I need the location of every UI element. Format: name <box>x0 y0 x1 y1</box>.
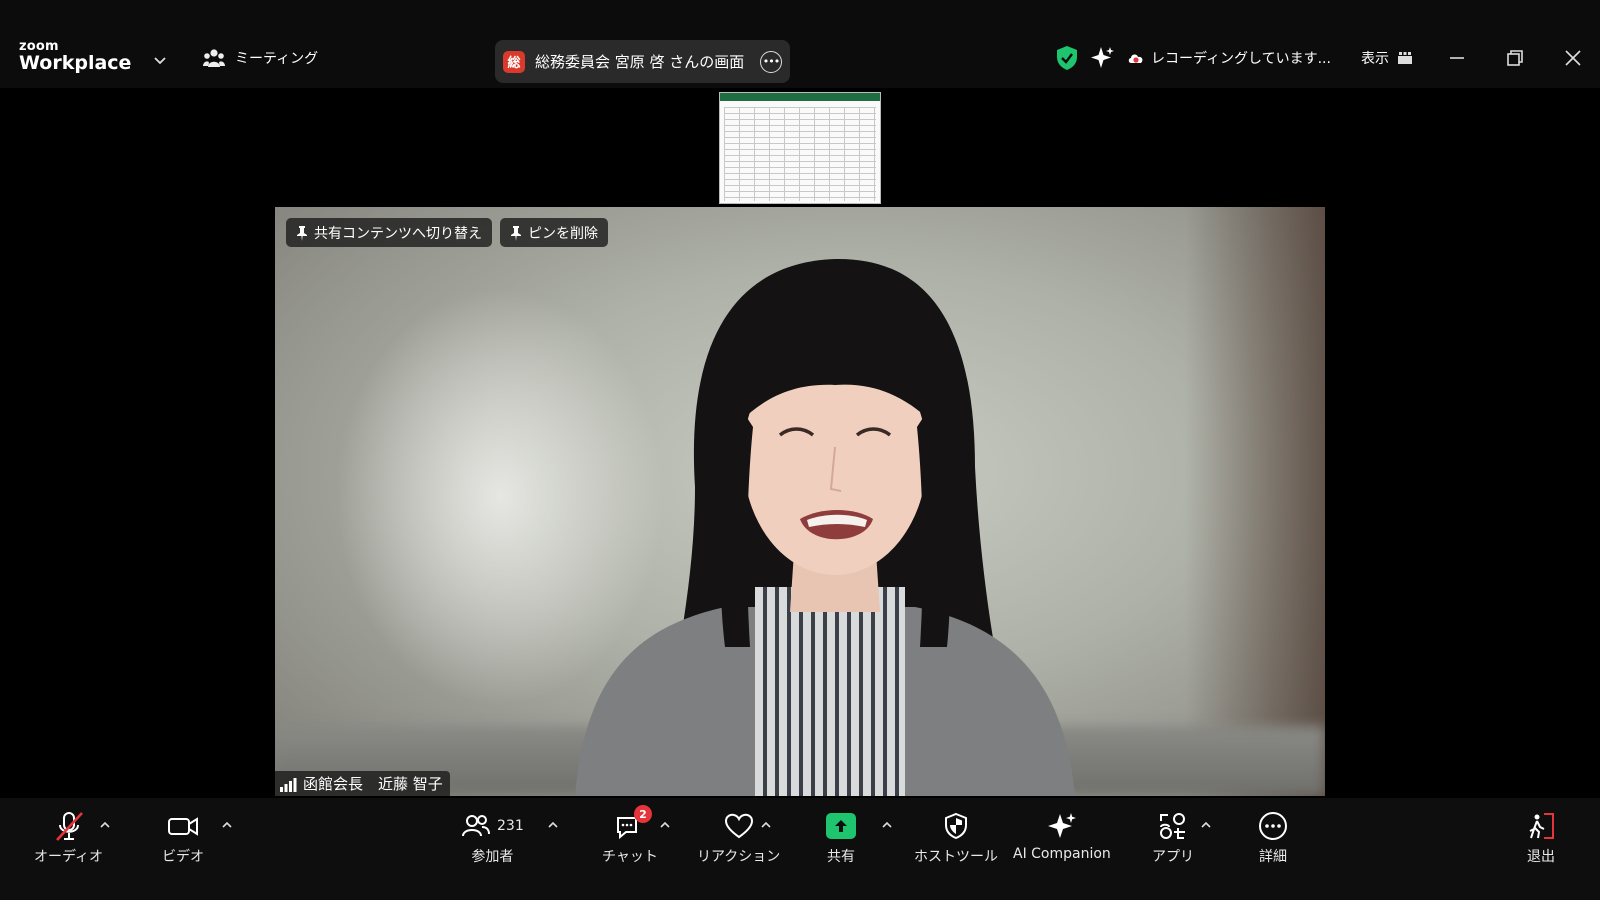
meeting-people-icon <box>203 49 225 67</box>
ai-companion-button[interactable]: AI Companion <box>1013 809 1111 862</box>
video-caret-icon[interactable] <box>220 818 234 832</box>
host-shield-icon <box>945 812 967 840</box>
switch-to-shared-content-button[interactable]: 共有コンテンツへ切り替え <box>286 218 492 247</box>
chat-button[interactable]: 2 チャット <box>602 805 658 866</box>
pinned-video-tile[interactable]: 共有コンテンツへ切り替え ピンを削除 函館会長 近藤 智子 <box>275 207 1325 796</box>
top-bar: zoom Workplace ミーティング 総 総務委員会 宮原 啓 さんの画面… <box>0 0 1600 88</box>
ai-sparkle-icon[interactable] <box>1089 45 1115 71</box>
more-label: 詳細 <box>1259 849 1287 865</box>
participants-button[interactable]: 231 参加者 <box>461 809 524 866</box>
view-grid-icon[interactable] <box>1397 51 1413 65</box>
minimize-icon[interactable] <box>1445 46 1469 70</box>
audio-label: オーディオ <box>34 849 104 865</box>
audio-caret-icon[interactable] <box>98 818 112 832</box>
shared-screen-thumbnail[interactable] <box>719 92 881 204</box>
close-icon[interactable] <box>1561 46 1585 70</box>
video-label: ビデオ <box>162 849 204 865</box>
view-menu-label[interactable]: 表示 <box>1361 48 1389 68</box>
audio-button[interactable]: オーディオ <box>34 809 103 866</box>
apps-label: アプリ <box>1152 849 1194 865</box>
share-screen-icon <box>826 813 856 839</box>
ai-companion-label: AI Companion <box>1013 846 1111 862</box>
host-tools-button[interactable]: ホストツール <box>914 809 998 866</box>
spreadsheet-ribbon <box>720 93 880 101</box>
host-tools-label: ホストツール <box>914 849 998 865</box>
meeting-label: ミーティング <box>235 51 319 67</box>
participant-video-image <box>575 258 1075 796</box>
apps-button[interactable]: アプリ <box>1152 809 1194 866</box>
reactions-label: リアクション <box>697 849 781 865</box>
participant-name: 函館会長 近藤 智子 <box>303 775 443 793</box>
reactions-caret-icon[interactable] <box>759 818 773 832</box>
leave-label: 退出 <box>1527 849 1555 865</box>
chat-label: チャット <box>602 849 658 865</box>
share-label: 共有 <box>827 849 855 865</box>
pin-icon <box>511 225 521 241</box>
participants-icon <box>462 815 490 837</box>
cloud-recording-icon <box>1128 54 1143 63</box>
top-right-status: レコーディングしています... 表示 <box>1055 45 1413 71</box>
more-dots-icon <box>1259 812 1287 840</box>
switch-to-shared-content-label: 共有コンテンツへ切り替え <box>314 225 482 242</box>
share-title: 総務委員会 宮原 啓 さんの画面 <box>535 53 745 71</box>
share-caret-icon[interactable] <box>880 818 894 832</box>
chevron-down-icon[interactable] <box>150 50 170 70</box>
more-button[interactable]: 詳細 <box>1257 809 1289 866</box>
remove-pin-button[interactable]: ピンを削除 <box>500 218 608 247</box>
participants-label: 参加者 <box>471 849 514 865</box>
participants-count: 231 <box>497 818 524 834</box>
apps-caret-icon[interactable] <box>1199 818 1213 832</box>
zoom-workplace-logo: zoom Workplace <box>19 40 131 73</box>
sharer-avatar: 総 <box>503 50 525 73</box>
remove-pin-label: ピンを削除 <box>528 225 598 242</box>
more-options-icon[interactable]: ••• <box>760 50 782 73</box>
participants-caret-icon[interactable] <box>546 818 560 832</box>
microphone-muted-icon <box>55 812 83 841</box>
security-shield-icon[interactable] <box>1055 45 1079 71</box>
screen-share-indicator[interactable]: 総 総務委員会 宮原 啓 さんの画面 ••• <box>495 40 790 83</box>
ai-companion-sparkle-icon <box>1047 813 1076 838</box>
video-camera-icon <box>168 817 198 836</box>
chat-unread-badge: 2 <box>633 805 652 823</box>
leave-button[interactable]: 退出 <box>1525 809 1557 866</box>
apps-icon <box>1160 813 1185 839</box>
share-button[interactable]: 共有 <box>826 809 856 866</box>
participant-name-tag: 函館会長 近藤 智子 <box>275 771 450 796</box>
spreadsheet-grid <box>724 107 876 201</box>
chat-caret-icon[interactable] <box>658 818 672 832</box>
restore-icon[interactable] <box>1503 46 1527 70</box>
heart-icon <box>724 813 753 839</box>
meeting-toolbar: オーディオ ビデオ 231 参加者 2 チャット リアクション 共有 ホストツー… <box>0 798 1600 900</box>
video-button[interactable]: ビデオ <box>162 809 204 866</box>
signal-strength-icon <box>280 777 297 792</box>
leave-exit-icon <box>1529 813 1554 839</box>
recording-status-text[interactable]: レコーディングしています... <box>1151 48 1331 68</box>
meeting-menu[interactable]: ミーティング <box>203 48 318 68</box>
pin-icon <box>297 225 307 241</box>
logo-large-text: Workplace <box>19 52 132 74</box>
